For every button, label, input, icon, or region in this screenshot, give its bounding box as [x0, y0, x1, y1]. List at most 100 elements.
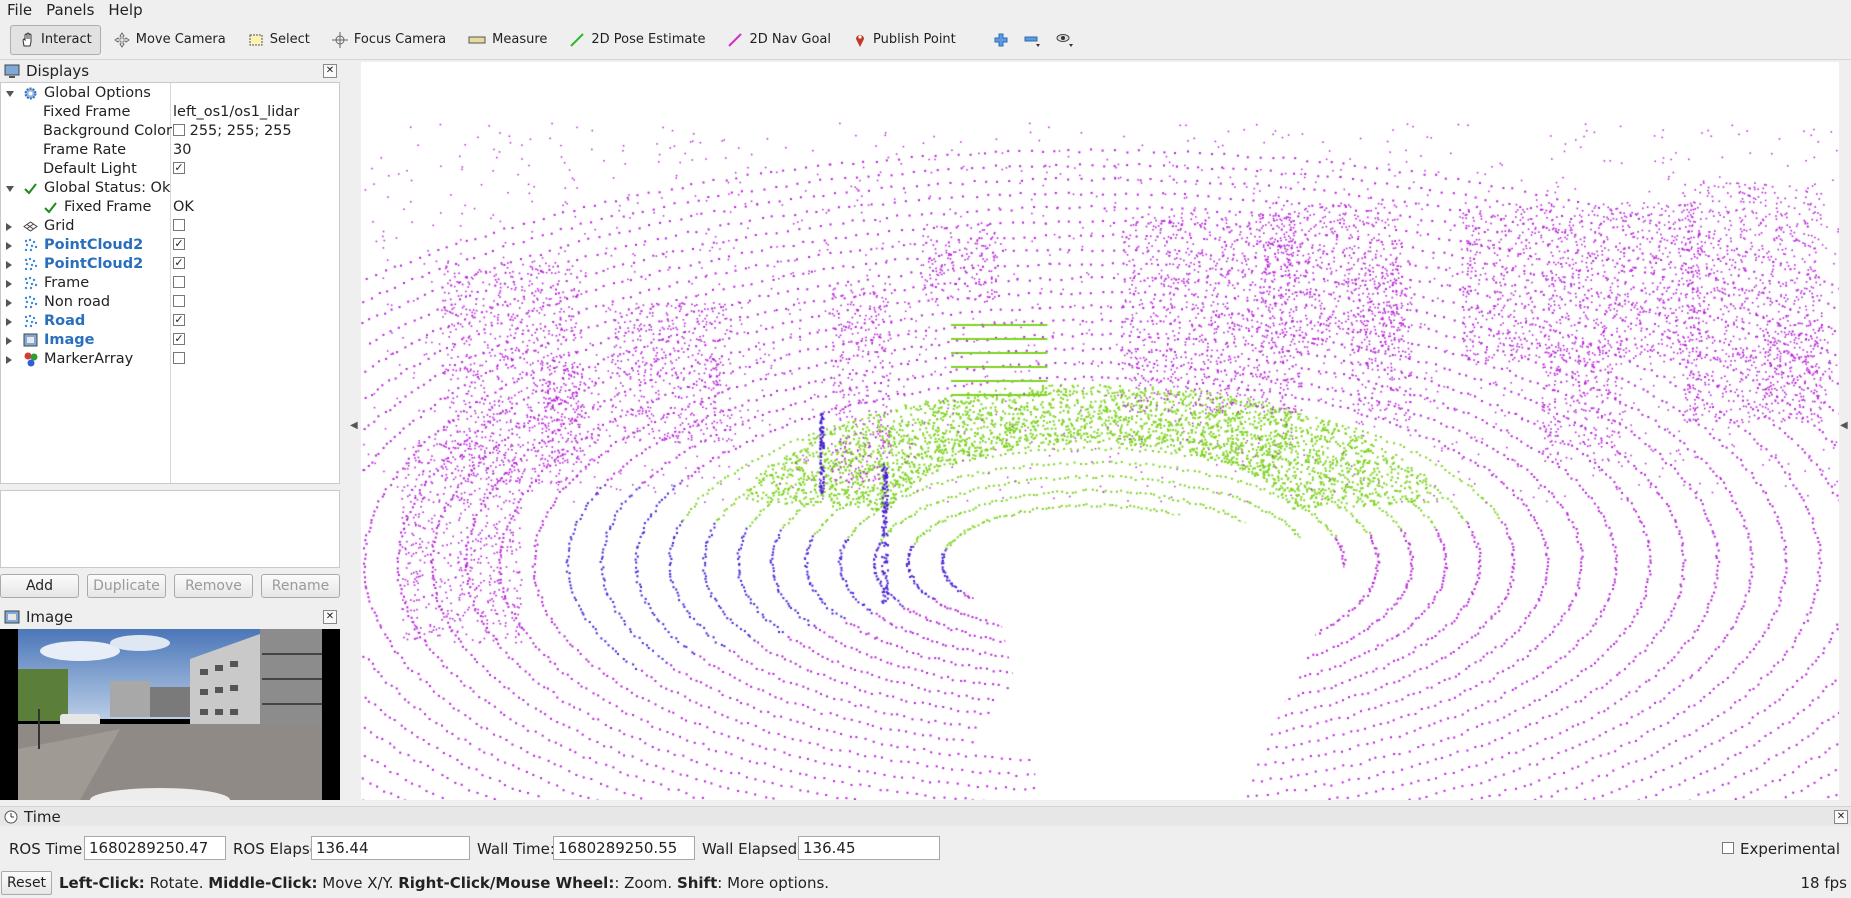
- display-row[interactable]: Image ✓: [1, 331, 339, 350]
- status-hint: Left-Click: Rotate. Middle-Click: Move X…: [59, 874, 830, 892]
- pose-estimate-icon: [570, 32, 585, 47]
- display-enable-checkbox[interactable]: ✓: [173, 314, 185, 326]
- clock-icon: [4, 810, 18, 823]
- remove-tool-button[interactable]: [1019, 25, 1047, 55]
- experimental-label: Experimental: [1740, 840, 1841, 858]
- display-row-label: Image: [44, 332, 95, 348]
- close-icon[interactable]: ✕: [323, 610, 337, 624]
- ros-time-field[interactable]: 1680289250.47: [84, 836, 226, 860]
- display-enable-checkbox[interactable]: ✓: [173, 333, 185, 345]
- display-row[interactable]: PointCloud2 ✓: [1, 255, 339, 274]
- menu-help[interactable]: Help: [101, 0, 149, 20]
- display-description-box: [0, 490, 340, 568]
- close-icon[interactable]: ✕: [1834, 810, 1848, 824]
- display-enable-checkbox[interactable]: [173, 219, 185, 231]
- publish-point-icon: [856, 34, 865, 47]
- display-row-value[interactable]: ✓: [173, 160, 185, 179]
- display-row[interactable]: Non road: [1, 293, 339, 312]
- collapse-arrow-icon[interactable]: [6, 91, 14, 97]
- display-row-value[interactable]: [173, 293, 185, 312]
- nav-goal-tool-button[interactable]: 2D Nav Goal: [718, 25, 840, 55]
- display-row[interactable]: Frame: [1, 274, 339, 293]
- display-row[interactable]: Global Options: [1, 84, 339, 103]
- display-row-label: Default Light: [43, 161, 137, 177]
- ros-elapsed-field[interactable]: 136.44: [311, 836, 470, 860]
- minus-icon: [1024, 36, 1040, 47]
- display-row-value[interactable]: ✓: [173, 255, 185, 274]
- expand-arrow-icon[interactable]: [6, 261, 12, 269]
- display-enable-checkbox[interactable]: ✓: [173, 162, 185, 174]
- remove-button[interactable]: Remove: [174, 574, 253, 598]
- display-row[interactable]: Background Color 255; 255; 255: [1, 122, 339, 141]
- display-row-value[interactable]: ✓: [173, 331, 185, 350]
- display-row-label: PointCloud2: [44, 237, 144, 253]
- point-cloud-canvas[interactable]: [361, 62, 1839, 800]
- camera-image: [0, 629, 340, 800]
- display-row-value[interactable]: [173, 274, 185, 293]
- display-row-label: Frame: [44, 275, 90, 291]
- publish-point-tool-button[interactable]: Publish Point: [844, 25, 965, 55]
- display-row-value[interactable]: ✓: [173, 312, 185, 331]
- display-row[interactable]: Frame Rate 30: [1, 141, 339, 160]
- display-row[interactable]: PointCloud2 ✓: [1, 236, 339, 255]
- pose-estimate-tool-button[interactable]: 2D Pose Estimate: [560, 25, 714, 55]
- hand-icon: [22, 31, 32, 46]
- expand-arrow-icon[interactable]: [6, 356, 12, 364]
- display-enable-checkbox[interactable]: ✓: [173, 257, 185, 269]
- menu-file[interactable]: File: [0, 0, 39, 20]
- display-enable-checkbox[interactable]: [173, 276, 185, 288]
- display-row-value: 255; 255; 255: [173, 122, 292, 141]
- menu-panels[interactable]: Panels: [39, 0, 101, 20]
- display-row-label: Global Options: [44, 85, 151, 101]
- duplicate-button[interactable]: Duplicate: [87, 574, 166, 598]
- displays-panel-header: Displays ✕: [0, 60, 340, 82]
- display-row[interactable]: Default Light ✓: [1, 160, 339, 179]
- camera-image-scene: [0, 629, 340, 800]
- display-row[interactable]: Road ✓: [1, 312, 339, 331]
- wall-elapsed-label: Wall Elapsed:: [702, 840, 803, 858]
- rename-button[interactable]: Rename: [261, 574, 340, 598]
- reset-button[interactable]: Reset: [1, 871, 52, 895]
- interact-tool-button[interactable]: Interact: [10, 24, 101, 55]
- measure-tool-button[interactable]: Measure: [459, 25, 556, 55]
- wall-time-field[interactable]: 1680289250.55: [553, 836, 695, 860]
- display-row-label: Grid: [44, 218, 75, 234]
- collapse-left-handle[interactable]: ◀: [350, 420, 358, 440]
- color-swatch[interactable]: [173, 124, 185, 136]
- time-panel-row: ROS Time: 1680289250.47 ROS Elapsed: 136…: [0, 834, 1851, 862]
- expand-arrow-icon[interactable]: [6, 299, 12, 307]
- expand-arrow-icon[interactable]: [6, 223, 12, 231]
- expand-arrow-icon[interactable]: [6, 280, 12, 288]
- expand-arrow-icon[interactable]: [6, 337, 12, 345]
- focus-camera-icon: [331, 31, 348, 48]
- select-tool-button[interactable]: Select: [239, 25, 319, 55]
- display-row[interactable]: Grid: [1, 217, 339, 236]
- collapse-right-handle[interactable]: ◀: [1840, 420, 1848, 440]
- focus-camera-tool-button[interactable]: Focus Camera: [323, 25, 455, 55]
- view-options-button[interactable]: [1051, 25, 1079, 55]
- display-row[interactable]: Fixed Frame OK: [1, 198, 339, 217]
- expand-arrow-icon[interactable]: [6, 242, 12, 250]
- 3d-render-view[interactable]: [361, 62, 1839, 800]
- display-row-label: PointCloud2: [44, 256, 144, 272]
- display-row-value[interactable]: [173, 217, 185, 236]
- display-row-label: Fixed Frame: [64, 199, 152, 215]
- display-row[interactable]: Fixed Frame left_os1/os1_lidar: [1, 103, 339, 122]
- display-enable-checkbox[interactable]: ✓: [173, 238, 185, 250]
- collapse-arrow-icon[interactable]: [6, 186, 14, 192]
- display-row[interactable]: Global Status: Ok: [1, 179, 339, 198]
- display-enable-checkbox[interactable]: [173, 352, 185, 364]
- display-row-value[interactable]: ✓: [173, 236, 185, 255]
- expand-arrow-icon[interactable]: [6, 318, 12, 326]
- wall-elapsed-field[interactable]: 136.45: [798, 836, 940, 860]
- add-button[interactable]: Add: [0, 574, 79, 598]
- display-row-value[interactable]: [173, 350, 185, 369]
- add-tool-button[interactable]: [987, 25, 1015, 55]
- move-camera-tool-button[interactable]: Move Camera: [105, 25, 235, 55]
- display-enable-checkbox[interactable]: [173, 295, 185, 307]
- image-panel-header: Image ✕: [0, 606, 340, 628]
- image-panel-icon: [4, 610, 20, 623]
- experimental-checkbox[interactable]: [1722, 842, 1734, 854]
- display-row[interactable]: MarkerArray: [1, 350, 339, 369]
- close-icon[interactable]: ✕: [323, 64, 337, 78]
